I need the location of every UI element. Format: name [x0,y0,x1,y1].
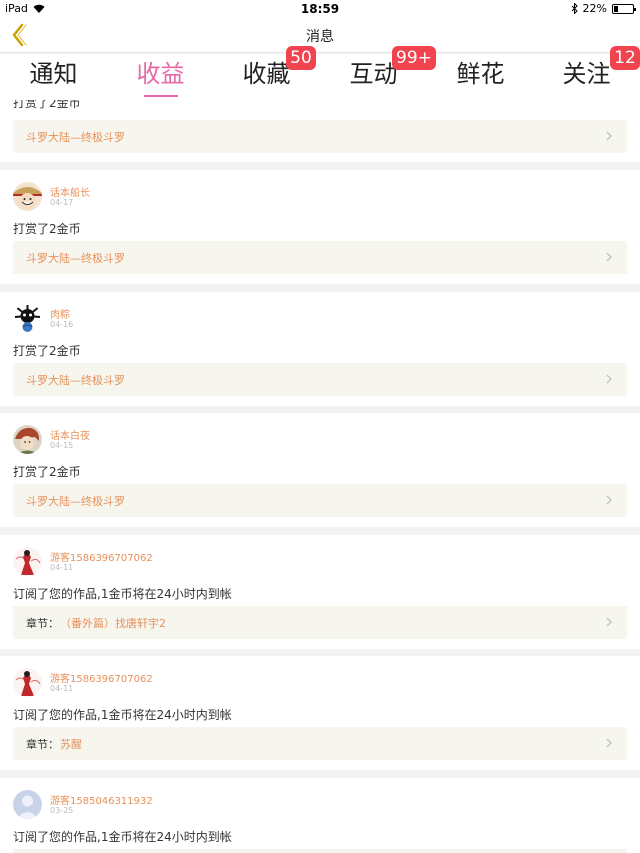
chevron-right-icon [606,131,612,141]
tab-label: 收益 [136,60,185,88]
list-item: 打赏了2金币 斗罗大陆—终极斗罗 [0,100,640,162]
badge-count: 12 [610,46,640,70]
reference-box[interactable]: 章节： 苏醒 [13,727,627,760]
chevron-right-icon [606,374,612,384]
date: 04-17 [50,198,74,207]
username[interactable]: 肉粽 [50,306,70,321]
reference-box[interactable]: 斗罗大陆—终极斗罗 [13,484,627,517]
avatar[interactable] [13,668,42,697]
list-item: 游客1585046311932 03-25 订阅了您的作品,1金币将在24小时内… [0,778,640,853]
chevron-right-icon [606,617,612,627]
tab-bar: 通知 收益 收藏 50 互动 99+ 鲜花 关注 12 [0,46,640,100]
tab-flowers[interactable]: 鲜花 [427,54,534,100]
status-bar: iPad 18:59 22% [0,0,640,17]
tab-interactions[interactable]: 互动 99+ [320,46,436,100]
date: 03-25 [50,806,74,815]
bluetooth-icon [571,3,578,14]
chapter-prefix: 章节： [26,738,59,751]
date: 04-11 [50,684,74,693]
message-text: 打赏了2金币 [13,465,81,479]
message-text: 订阅了您的作品,1金币将在24小时内到帐 [13,587,232,601]
username[interactable]: 话本船长 [50,184,90,199]
avatar[interactable] [13,425,42,454]
badge-count: 50 [286,46,316,70]
date: 04-16 [50,320,74,329]
reference-title: 苏醒 [60,738,82,751]
tab-label: 鲜花 [456,60,505,88]
tab-favorites[interactable]: 收藏 50 [213,46,320,100]
reference-title: 斗罗大陆—终极斗罗 [26,252,125,265]
message-feed[interactable]: 打赏了2金币 斗罗大陆—终极斗罗 话本船长 04-17 打赏了2金币 斗罗大陆—… [0,100,640,853]
message-text: 打赏了2金币 [13,100,81,110]
chevron-right-icon [606,252,612,262]
battery-icon [612,3,636,14]
reference-box[interactable]: 章节： （番外篇）找唐轩宇2 [13,606,627,639]
list-item: 游客1586396707062 04-11 订阅了您的作品,1金币将在24小时内… [0,656,640,770]
chapter-prefix: 章节： [26,617,59,630]
reference-title: 斗罗大陆—终极斗罗 [26,131,125,144]
tab-earnings[interactable]: 收益 [107,54,214,100]
reference-box[interactable]: 斗罗大陆—终极斗罗 [13,363,627,396]
reference-box[interactable]: 斗罗大陆—终极斗罗 [13,120,627,153]
active-tab-indicator [144,95,178,97]
username[interactable]: 游客1586396707062 [50,670,153,685]
username[interactable]: 话本白夜 [50,427,90,442]
reference-title: （番外篇）找唐轩宇2 [60,617,166,630]
tab-following[interactable]: 关注 12 [533,46,640,100]
avatar[interactable] [13,304,42,333]
reference-box[interactable]: 斗罗大陆—终极斗罗 [13,241,627,274]
tab-label: 通知 [29,60,78,88]
navbar: 消息 [0,17,640,53]
reference-title: 斗罗大陆—终极斗罗 [26,374,125,387]
username[interactable]: 游客1586396707062 [50,549,153,564]
list-item: 肉粽 04-16 打赏了2金币 斗罗大陆—终极斗罗 [0,292,640,406]
username[interactable]: 游客1585046311932 [50,792,153,807]
message-text: 订阅了您的作品,1金币将在24小时内到帐 [13,830,232,844]
list-item: 游客1586396707062 04-11 订阅了您的作品,1金币将在24小时内… [0,535,640,649]
clock: 18:59 [300,2,340,16]
message-text: 订阅了您的作品,1金币将在24小时内到帐 [13,708,232,722]
list-item: 话本船长 04-17 打赏了2金币 斗罗大陆—终极斗罗 [0,170,640,284]
date: 04-15 [50,441,74,450]
avatar[interactable] [13,790,42,819]
reference-title: 斗罗大陆—终极斗罗 [26,495,125,508]
battery-percent: 22% [582,2,607,15]
chevron-right-icon [606,738,612,748]
date: 04-11 [50,563,74,572]
avatar[interactable] [13,547,42,576]
avatar[interactable] [13,182,42,211]
tab-notifications[interactable]: 通知 [0,54,107,100]
message-text: 打赏了2金币 [13,344,81,358]
chevron-right-icon [606,495,612,505]
page-title: 消息 [306,29,334,45]
reference-box[interactable] [13,849,627,853]
message-text: 打赏了2金币 [13,222,81,236]
list-item: 话本白夜 04-15 打赏了2金币 斗罗大陆—终极斗罗 [0,413,640,527]
